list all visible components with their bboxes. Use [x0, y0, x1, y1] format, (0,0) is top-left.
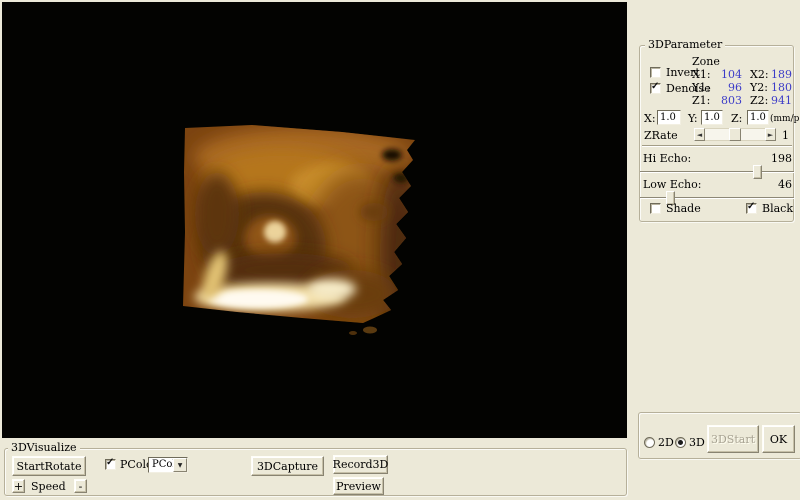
scale-unit-label: (mm/p) — [770, 113, 800, 125]
pcolor-checkbox[interactable]: ✓ — [105, 459, 116, 470]
preview-button[interactable]: Preview — [333, 477, 384, 495]
invert-checkbox[interactable]: ✓ — [650, 67, 661, 78]
speed-minus-button[interactable]: - — [74, 479, 87, 493]
radio-2d[interactable] — [644, 437, 655, 448]
zone-z2-value: 941 — [770, 95, 792, 107]
zone-x2-label: X2: — [750, 69, 769, 81]
speed-label: Speed — [31, 481, 66, 493]
pcolor-dropdown-arrow-icon[interactable]: ▼ — [173, 458, 187, 472]
render-canvas[interactable] — [2, 2, 627, 438]
zone-y1-label: Y1: — [692, 82, 710, 94]
black-checkbox[interactable]: ✓ — [746, 203, 757, 214]
zone-x1-label: X1: — [692, 69, 711, 81]
zone-z2-label: Z2: — [750, 95, 768, 107]
parameter-divider — [642, 145, 792, 147]
ultrasound-3d-render — [2, 2, 627, 438]
zrate-left-arrow-icon[interactable]: ◄ — [694, 128, 705, 141]
parameter-groupbox: 3DParameter ✓ Invert ✓ Denoise Zone X1: … — [639, 45, 794, 222]
zrate-scrollbar-thumb[interactable] — [729, 128, 741, 141]
zrate-right-arrow-icon[interactable]: ► — [765, 128, 776, 141]
zone-z1-label: Z1: — [692, 95, 710, 107]
low-echo-track — [640, 197, 794, 199]
z-scale-label: Z: — [731, 113, 742, 125]
zrate-label: ZRate — [644, 130, 678, 142]
y-scale-label: Y: — [688, 113, 698, 125]
zrate-scrollbar[interactable]: ◄ ► — [694, 128, 776, 141]
zone-y2-label: Y2: — [750, 82, 768, 94]
black-label: Black — [762, 203, 793, 215]
x-scale-input[interactable]: 1.0 — [657, 110, 681, 125]
y-scale-input[interactable]: 1.0 — [701, 110, 723, 125]
hi-echo-track — [640, 171, 794, 173]
z-scale-input[interactable]: 1.0 — [747, 110, 769, 125]
pcolor-dropdown[interactable]: PColor ▼ — [148, 457, 188, 473]
zone-y1-value: 96 — [716, 82, 742, 94]
start3d-button[interactable]: 3DStart — [707, 425, 759, 453]
ok-button[interactable]: OK — [762, 425, 795, 453]
radio-3d-label[interactable]: 3D — [689, 437, 705, 449]
record-button[interactable]: Record3D — [333, 455, 388, 474]
shade-label: Shade — [666, 203, 701, 215]
capture-button[interactable]: 3DCapture — [251, 456, 324, 476]
shade-checkbox[interactable]: ✓ — [650, 203, 661, 214]
hi-echo-thumb[interactable] — [753, 165, 762, 179]
visualize-groupbox-title: 3DVisualize — [8, 441, 80, 455]
zone-z1-value: 803 — [716, 95, 742, 107]
zone-x2-value: 189 — [770, 69, 792, 81]
radio-2d-label[interactable]: 2D — [658, 437, 674, 449]
speed-plus-button[interactable]: + — [12, 479, 25, 493]
parameter-groupbox-title: 3DParameter — [645, 38, 725, 52]
radio-3d[interactable] — [675, 437, 686, 448]
zrate-value: 1 — [782, 130, 789, 142]
start-rotate-button[interactable]: StartRotate — [12, 456, 86, 476]
mode-groupbox: 2D 3D 3DStart OK — [638, 412, 800, 459]
zone-y2-value: 180 — [770, 82, 792, 94]
zone-label: Zone — [692, 56, 720, 68]
x-scale-label: X: — [644, 113, 656, 125]
denoise-checkbox[interactable]: ✓ — [650, 83, 661, 94]
zone-x1-value: 104 — [716, 69, 742, 81]
